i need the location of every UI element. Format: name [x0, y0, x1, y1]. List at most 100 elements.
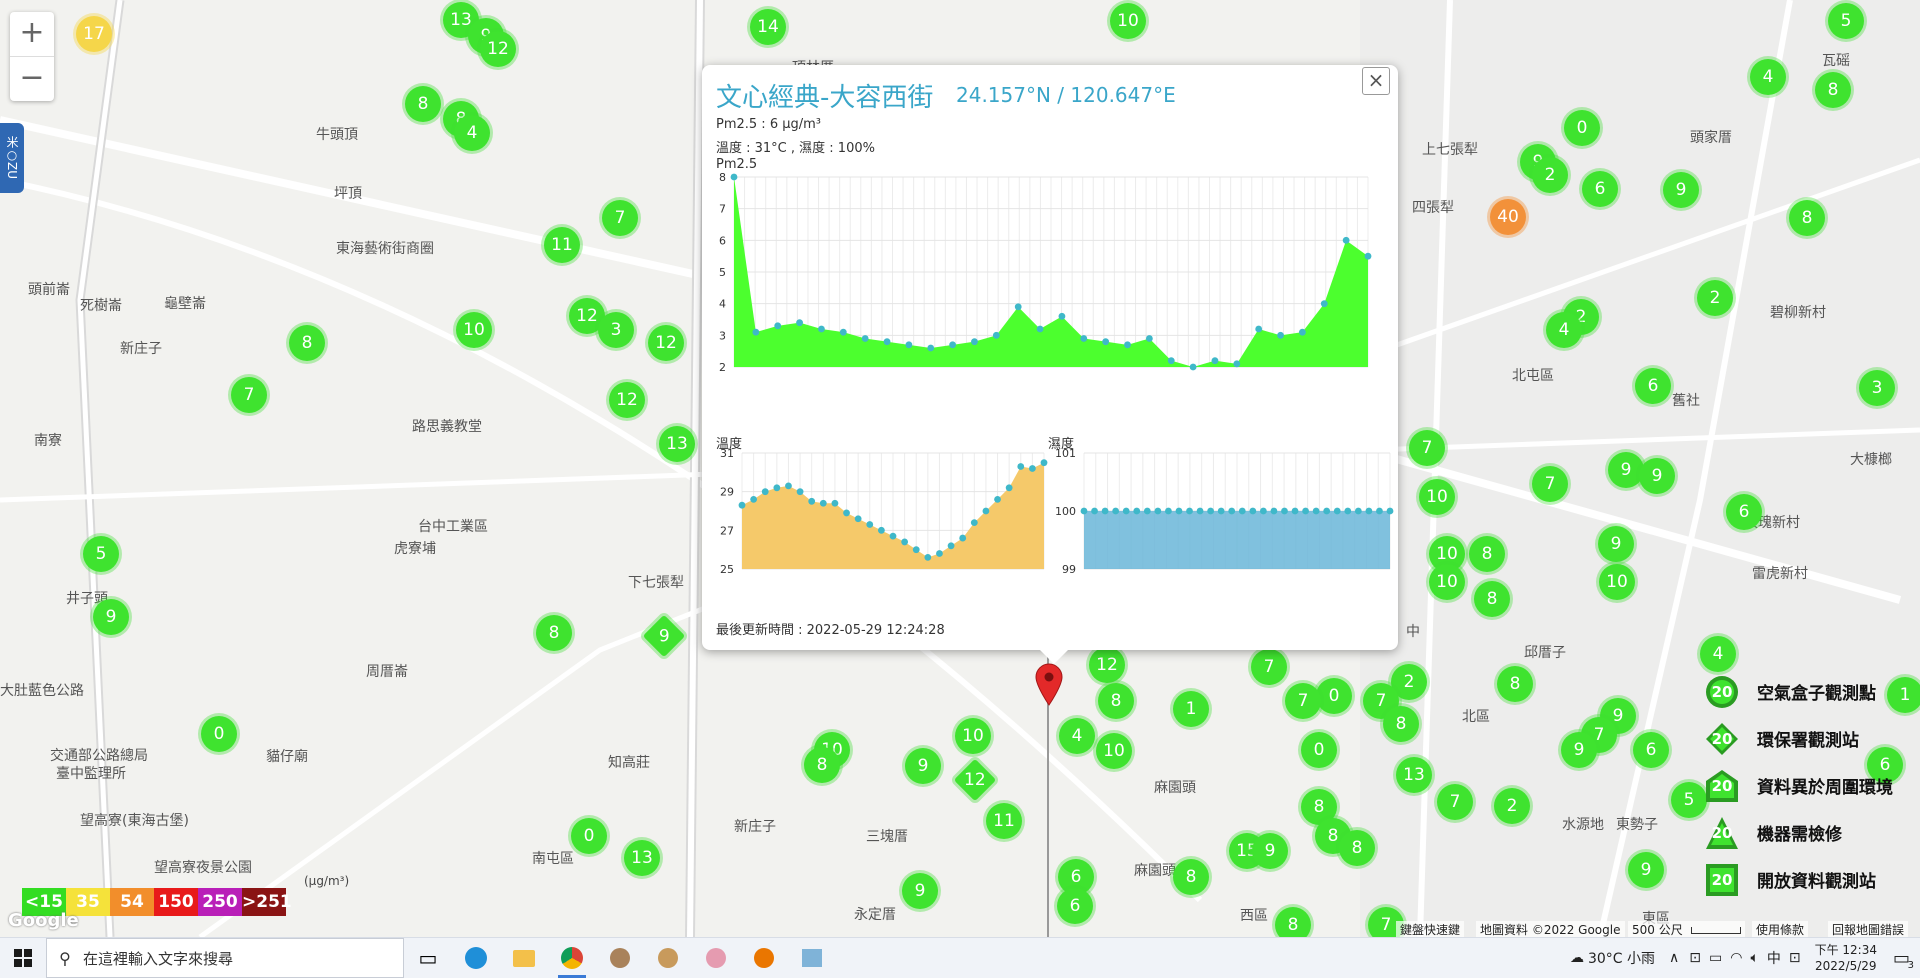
airbox-marker[interactable]: 8 — [1339, 830, 1375, 866]
airbox-marker[interactable]: 6 — [1633, 732, 1669, 768]
airbox-marker[interactable]: 5 — [1671, 782, 1707, 818]
airbox-marker[interactable]: 12 — [648, 325, 684, 361]
task-view-icon[interactable]: ▭ — [404, 938, 452, 978]
airbox-marker[interactable]: 9 — [1639, 458, 1675, 494]
airbox-marker[interactable]: 9 — [93, 599, 129, 635]
airbox-marker[interactable]: 40 — [1490, 199, 1526, 235]
airbox-marker[interactable]: 8 — [1383, 706, 1419, 742]
weather-text[interactable]: 30°C 小雨 — [1588, 948, 1655, 968]
airbox-marker[interactable]: 10 — [456, 312, 492, 348]
airbox-marker[interactable]: 13 — [624, 840, 660, 876]
airbox-marker[interactable]: 14 — [750, 9, 786, 45]
airbox-marker[interactable]: 9 — [1561, 732, 1597, 768]
notification-icon[interactable]: ▭ 3 — [1893, 948, 1914, 971]
airbox-marker[interactable]: 10 — [1110, 3, 1146, 39]
airbox-marker[interactable]: 0 — [201, 716, 237, 752]
airbox-marker[interactable]: 10 — [1419, 479, 1455, 515]
app-icon[interactable] — [692, 938, 740, 978]
airbox-marker[interactable]: 10 — [1599, 564, 1635, 600]
map-scale[interactable]: 500 公尺 — [1628, 921, 1745, 937]
airbox-marker[interactable]: 8 — [1789, 200, 1825, 236]
zoom-out-button[interactable]: − — [10, 56, 54, 101]
airbox-marker[interactable]: 6 — [1057, 888, 1093, 924]
airbox-marker[interactable]: 4 — [1059, 718, 1095, 754]
volume-icon[interactable]: 🔈︎ — [1750, 950, 1758, 966]
input-mode-icon[interactable]: ⊡ — [1789, 950, 1801, 966]
airbox-marker[interactable]: 7 — [1285, 683, 1321, 719]
battery-icon[interactable]: ▭ — [1709, 950, 1722, 966]
airbox-marker[interactable]: 13 — [1396, 757, 1432, 793]
airbox-marker[interactable]: 7 — [1251, 649, 1287, 685]
airbox-marker[interactable]: 8 — [1815, 72, 1851, 108]
airbox-marker[interactable]: 7 — [602, 200, 638, 236]
terms-link[interactable]: 使用條款 — [1752, 921, 1809, 937]
airbox-marker[interactable]: 8 — [1497, 666, 1533, 702]
airbox-marker[interactable]: 0 — [1301, 732, 1337, 768]
airbox-marker[interactable]: 2 — [1697, 280, 1733, 316]
chrome-icon[interactable] — [548, 938, 596, 978]
airbox-marker[interactable]: 0 — [1564, 110, 1600, 146]
airbox-marker[interactable]: 11 — [986, 803, 1022, 839]
airbox-marker[interactable]: 8 — [1173, 859, 1209, 895]
airbox-marker[interactable]: 7 — [1437, 784, 1473, 820]
airbox-marker[interactable]: 9 — [1608, 452, 1644, 488]
close-icon[interactable]: × — [1362, 67, 1390, 95]
taskbar-search-box[interactable]: ⚲ 在這裡輸入文字來搜尋 — [46, 938, 404, 978]
airbox-marker[interactable]: 17 — [76, 16, 112, 52]
airbox-marker[interactable]: 10 — [1096, 733, 1132, 769]
report-error-link[interactable]: 回報地圖錯誤 — [1828, 921, 1909, 937]
airbox-marker[interactable]: 8 — [536, 615, 572, 651]
chevron-up-icon[interactable]: ∧ — [1669, 950, 1679, 966]
airbox-marker[interactable]: 9 — [1628, 852, 1664, 888]
airbox-marker[interactable]: 12 — [480, 31, 516, 67]
airbox-marker[interactable]: 13 — [659, 426, 695, 462]
airbox-marker[interactable]: 4 — [1700, 636, 1736, 672]
wifi-icon[interactable]: ◠ — [1730, 950, 1742, 966]
map-view[interactable]: 頂林厝牛頭頂坪頂頭前崙死樹崙龜壁崙新庄子東海藝術街商圈南寮路思義教堂台中工業區虎… — [0, 0, 1920, 937]
file-explorer-icon[interactable] — [500, 938, 548, 978]
blender-icon[interactable] — [740, 938, 788, 978]
airbox-marker[interactable]: 9 — [902, 873, 938, 909]
airbox-marker[interactable]: 3 — [598, 312, 634, 348]
edge-icon[interactable] — [452, 938, 500, 978]
airbox-marker[interactable]: 0 — [571, 818, 607, 854]
airbox-marker[interactable]: 10 — [1429, 564, 1465, 600]
airbox-marker[interactable]: 3 — [1859, 370, 1895, 406]
app-icon[interactable] — [596, 938, 644, 978]
zoom-in-button[interactable]: + — [10, 12, 54, 56]
airbox-marker[interactable]: 9 — [1252, 833, 1288, 869]
airbox-marker[interactable]: 12 — [609, 382, 645, 418]
airbox-marker[interactable]: 2 — [1494, 788, 1530, 824]
clock[interactable]: 下午 12:34 2022/5/29 — [1805, 942, 1887, 974]
network-icon[interactable]: ⊡ — [1689, 950, 1701, 966]
airbox-marker[interactable]: 7 — [1409, 430, 1445, 466]
airbox-marker[interactable]: 12 — [1089, 647, 1125, 683]
side-menu-tab[interactable]: 米○ZU — [0, 123, 24, 193]
app-icon[interactable] — [644, 938, 692, 978]
airbox-marker[interactable]: 0 — [1316, 678, 1352, 714]
airbox-marker[interactable]: 8 — [289, 325, 325, 361]
app-icon[interactable] — [788, 938, 836, 978]
airbox-marker[interactable]: 9 — [1663, 172, 1699, 208]
airbox-marker[interactable]: 4 — [454, 115, 490, 151]
airbox-marker[interactable]: 8 — [1275, 907, 1311, 937]
airbox-marker[interactable]: 4 — [1546, 312, 1582, 348]
airbox-marker[interactable]: 1 — [1173, 691, 1209, 727]
airbox-marker[interactable]: 6 — [1726, 494, 1762, 530]
airbox-marker[interactable]: 10 — [955, 718, 991, 754]
airbox-marker[interactable]: 8 — [405, 86, 441, 122]
airbox-marker[interactable]: 6 — [1635, 368, 1671, 404]
airbox-marker[interactable]: 9 — [905, 748, 941, 784]
airbox-marker[interactable]: 8 — [1469, 536, 1505, 572]
selected-location-pin[interactable] — [1034, 662, 1064, 706]
airbox-marker[interactable]: 5 — [1828, 3, 1864, 39]
keyboard-shortcuts-link[interactable]: 鍵盤快速鍵 — [1396, 921, 1465, 937]
ime-indicator[interactable]: 中 — [1767, 948, 1781, 968]
airbox-marker[interactable]: 8 — [1474, 581, 1510, 617]
airbox-marker[interactable]: 4 — [1750, 59, 1786, 95]
airbox-marker[interactable]: 5 — [83, 536, 119, 572]
airbox-marker[interactable]: 6 — [1582, 171, 1618, 207]
airbox-marker[interactable]: 9 — [1598, 526, 1634, 562]
airbox-marker[interactable]: 7 — [231, 377, 267, 413]
airbox-marker[interactable]: 7 — [1532, 466, 1568, 502]
